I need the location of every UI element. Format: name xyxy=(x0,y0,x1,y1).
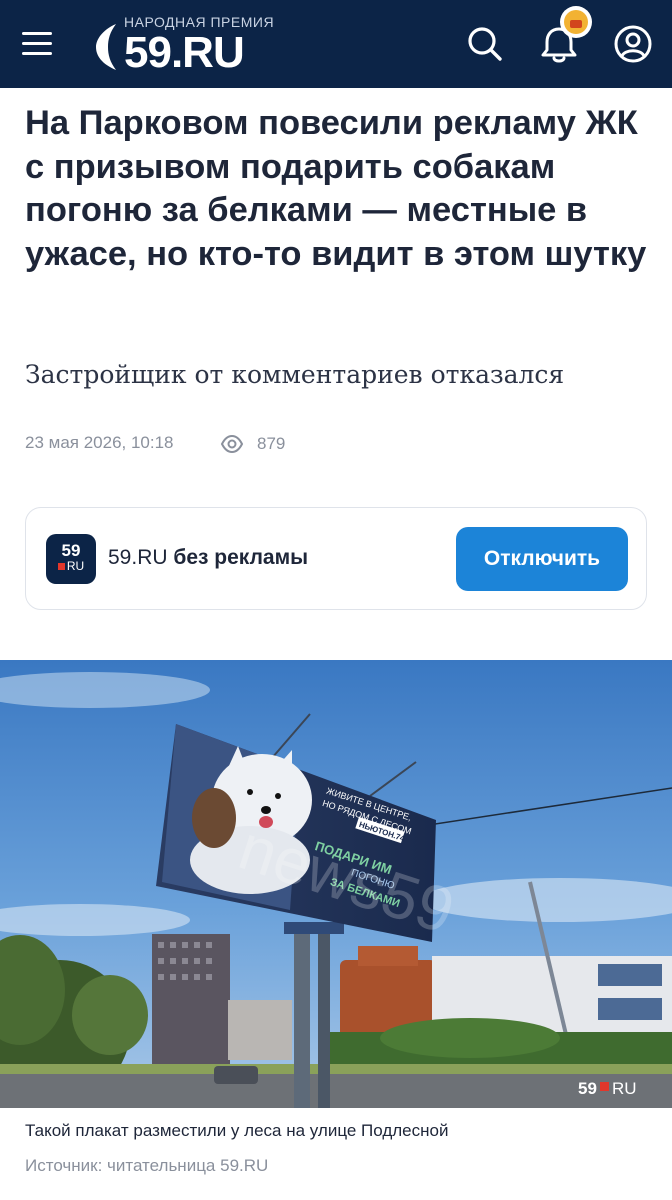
menu-icon[interactable] xyxy=(20,26,56,62)
article-views: 879 xyxy=(220,432,285,456)
promo-site: 59.RU xyxy=(108,546,168,569)
promo-logo-number: 59 xyxy=(61,541,81,560)
billboard-photo: ЖИВИТЕ В ЦЕНТРЕ, НО РЯДОМ С ЛЕСОМ НЬЮТОН… xyxy=(0,660,672,1108)
promo-text: 59.RU без рекламы xyxy=(108,546,308,570)
site-logo[interactable]: НАРОДНАЯ ПРЕМИЯ 59.RU xyxy=(90,10,300,77)
logo-text: 59.RU xyxy=(124,28,245,77)
disable-ads-button[interactable]: Отключить xyxy=(456,527,628,591)
photo-source: Источник: читательница 59.RU xyxy=(25,1156,269,1175)
top-header: НАРОДНАЯ ПРЕМИЯ 59.RU xyxy=(0,0,672,88)
photo-caption: Такой плакат разместили у леса на улице … xyxy=(25,1121,449,1140)
photo-corner-logo-ru: RU xyxy=(612,1079,637,1098)
search-icon[interactable] xyxy=(463,22,507,66)
views-count: 879 xyxy=(257,434,286,453)
promo-label: без рекламы xyxy=(173,546,309,569)
promo-logo-ru: RU xyxy=(46,560,96,572)
article-title: На Парковом повесили рекламу ЖК с призыв… xyxy=(25,104,647,273)
photo-corner-logo: 59 xyxy=(578,1079,597,1098)
article-date: 23 мая 2026, 10:18 xyxy=(25,433,174,452)
no-ads-promo: 59 RU 59.RU без рекламы Отключить xyxy=(25,507,647,610)
logo-mark-icon xyxy=(96,24,116,70)
notification-badge-icon[interactable] xyxy=(560,6,592,38)
user-icon[interactable] xyxy=(611,22,655,66)
photo-corner-logo-square xyxy=(600,1082,609,1091)
article-photo[interactable]: ЖИВИТЕ В ЦЕНТРЕ, НО РЯДОМ С ЛЕСОМ НЬЮТОН… xyxy=(0,660,672,1108)
promo-logo: 59 RU xyxy=(46,534,96,584)
eye-icon xyxy=(220,434,244,454)
article-subtitle: Застройщик от комментариев отказался xyxy=(25,360,565,389)
